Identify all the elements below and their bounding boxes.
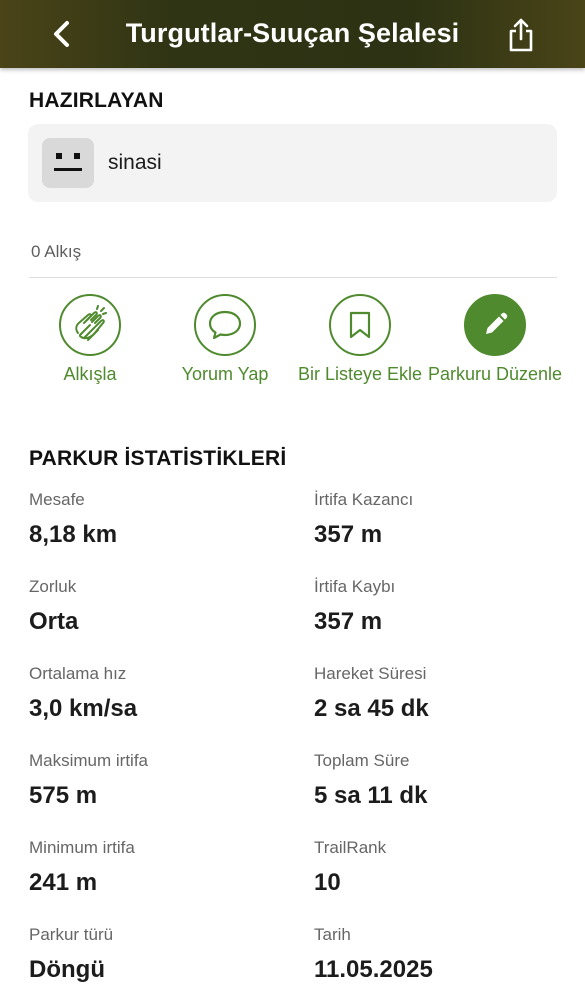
comment-circle: [194, 294, 256, 356]
stat-label-distance: Mesafe: [29, 490, 85, 509]
avatar: [42, 138, 94, 188]
stat-value-total-time: 5 sa 11 dk: [314, 782, 428, 809]
stat-label-total-time: Toplam Süre: [314, 751, 410, 770]
stat-label-elevation-loss: İrtifa Kaybı: [314, 577, 396, 596]
stat-value-trailrank: 10: [314, 869, 341, 896]
share-button[interactable]: [502, 15, 540, 55]
edit-trail-button[interactable]: Parkuru Düzenle: [425, 294, 565, 385]
stat-label-difficulty: Zorluk: [29, 577, 77, 596]
stat-label-trail-type: Parkur türü: [29, 925, 114, 944]
stat-label-trailrank: TrailRank: [314, 838, 387, 857]
comment-button[interactable]: Yorum Yap: [155, 294, 295, 385]
stat-label-min-elevation: Minimum irtifa: [29, 838, 135, 857]
author-section-title: HAZIRLAYAN: [29, 89, 164, 112]
pencil-icon: [486, 312, 508, 334]
share-icon: [509, 18, 533, 52]
stat-value-moving-time: 2 sa 45 dk: [314, 695, 429, 722]
stats-section-title: PARKUR İSTATİSTİKLERİ: [29, 447, 287, 470]
edit-trail-circle: [464, 294, 526, 356]
stat-label-date: Tarih: [314, 925, 351, 944]
author-name: sinasi: [108, 151, 162, 174]
claps-count: 0 Alkış: [31, 242, 82, 261]
clap-icon: [75, 305, 107, 341]
back-button[interactable]: [44, 16, 80, 52]
stat-value-distance: 8,18 km: [29, 521, 118, 548]
stat-value-avg-speed: 3,0 km/sa: [29, 695, 138, 722]
stat-value-min-elevation: 241 m: [29, 869, 98, 896]
comment-label: Yorum Yap: [181, 364, 269, 384]
stat-value-max-elevation: 575 m: [29, 782, 98, 809]
stat-value-difficulty: Orta: [29, 608, 79, 635]
edit-trail-label: Parkuru Düzenle: [427, 364, 563, 384]
add-to-list-label: Bir Listeye Ekle: [297, 364, 423, 384]
stat-value-elevation-gain: 357 m: [314, 521, 383, 548]
author-card[interactable]: sinasi: [28, 124, 557, 202]
add-to-list-button[interactable]: Bir Listeye Ekle: [290, 294, 430, 385]
stat-label-max-elevation: Maksimum irtifa: [29, 751, 149, 770]
stat-value-trail-type: Döngü: [29, 956, 105, 983]
add-to-list-circle: [329, 294, 391, 356]
comment-icon: [208, 310, 242, 340]
bookmark-icon: [349, 311, 371, 339]
clap-label: Alkışla: [63, 364, 117, 384]
top-bar: Turgutlar-Suuçan Şelalesi: [0, 0, 585, 68]
chevron-left-icon: [54, 21, 69, 47]
clap-circle: [59, 294, 121, 356]
clap-button[interactable]: Alkışla: [20, 294, 160, 385]
stat-value-elevation-loss: 357 m: [314, 608, 383, 635]
divider: [29, 277, 557, 278]
stat-label-elevation-gain: İrtifa Kazancı: [314, 490, 414, 509]
stat-label-moving-time: Hareket Süresi: [314, 664, 427, 683]
stat-value-date: 11.05.2025: [314, 956, 433, 983]
stat-label-avg-speed: Ortalama hız: [29, 664, 127, 683]
page-title: Turgutlar-Suuçan Şelalesi: [125, 18, 460, 48]
